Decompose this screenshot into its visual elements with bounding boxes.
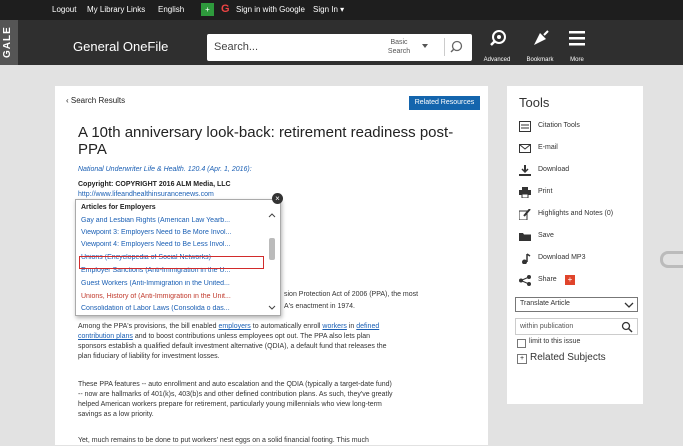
- print-icon: [519, 187, 531, 198]
- chevron-down-icon[interactable]: [422, 44, 428, 48]
- close-popup-button[interactable]: ×: [272, 193, 283, 204]
- sign-in-menu[interactable]: Sign In ▾: [313, 5, 344, 14]
- tools-title: Tools: [519, 95, 550, 110]
- employers-link[interactable]: employers: [219, 323, 251, 330]
- popup-article-link[interactable]: Guest Workers (Anti-Immigration in the U…: [81, 280, 256, 287]
- article-text-partial: A's enactment in 1974.: [284, 303, 355, 310]
- article-text-partial: sion Protection Act of 2006 (PPA), the m…: [284, 291, 419, 298]
- app-title[interactable]: General OneFile: [73, 39, 168, 54]
- scroll-handle[interactable]: [660, 251, 683, 268]
- highlight-box: [79, 256, 264, 269]
- download-icon: [519, 165, 531, 176]
- copyright-text: Copyright: COPYRIGHT 2016 ALM Media, LLC: [78, 181, 231, 188]
- gale-logo[interactable]: GALE: [0, 20, 18, 65]
- basic-search-dropdown[interactable]: Basic Search: [384, 38, 414, 56]
- popup-article-link[interactable]: Consolidation of Labor Laws (Consolida o…: [81, 305, 256, 312]
- popup-article-link[interactable]: Viewpoint 3: Employers Need to Be More I…: [81, 229, 256, 236]
- translate-article-select[interactable]: Translate Article: [515, 297, 638, 312]
- citation-icon: [519, 121, 531, 132]
- bookmark-icon: [534, 30, 549, 45]
- popup-scrollbar[interactable]: [267, 212, 277, 312]
- hamburger-menu-icon: [569, 31, 585, 46]
- chevron-down-icon: [624, 302, 634, 308]
- popup-heading: Articles for Employers: [81, 204, 156, 211]
- expand-related-subjects[interactable]: +: [517, 354, 527, 364]
- advanced-button[interactable]: Advanced: [477, 27, 517, 63]
- article-paragraph: These PPA features -- auto enrollment an…: [78, 381, 393, 418]
- highlight-icon: [519, 209, 531, 220]
- share-icon: [519, 275, 531, 286]
- google-classroom-icon[interactable]: +: [201, 3, 214, 16]
- article-title: A 10th anniversary look-back: retirement…: [78, 124, 454, 158]
- google-logo-icon: G: [221, 3, 230, 15]
- contribution-plans-link[interactable]: contribution plans: [78, 333, 133, 340]
- email-icon: [519, 144, 531, 153]
- more-button[interactable]: More: [557, 27, 597, 63]
- related-subjects-toggle[interactable]: Related Subjects: [530, 352, 606, 363]
- article-paragraph: Among the PPA's provisions, the bill ena…: [78, 323, 387, 360]
- search-icon: [621, 321, 633, 333]
- google-plus-icon[interactable]: +: [565, 275, 575, 285]
- search-input[interactable]: Search...: [214, 41, 258, 53]
- music-icon: [522, 253, 531, 264]
- bookmark-button[interactable]: Bookmark: [520, 27, 560, 63]
- advanced-search-icon: [490, 30, 506, 46]
- popup-article-link[interactable]: Gay and Lesbian Rights (American Law Yea…: [81, 217, 256, 224]
- within-publication-search[interactable]: within publication: [515, 318, 638, 335]
- popup-article-link[interactable]: Viewpoint 4: Employers Need to Be Less I…: [81, 241, 256, 248]
- logout-link[interactable]: Logout: [52, 5, 76, 14]
- back-to-results-link[interactable]: ‹ Search Results: [66, 96, 125, 105]
- search-button[interactable]: [444, 38, 469, 56]
- folder-icon: [519, 233, 531, 241]
- defined-link[interactable]: defined: [356, 323, 379, 330]
- limit-issue-label: limit to this issue: [529, 338, 581, 345]
- source-url-link[interactable]: http://www.lifeandhealthinsurancenews.co…: [78, 191, 214, 198]
- top-bar: Logout My Library Links English + G Sign…: [0, 0, 683, 20]
- citation-source-link[interactable]: National Underwriter Life & Health. 120.…: [78, 166, 252, 173]
- limit-issue-checkbox[interactable]: [517, 339, 526, 348]
- sign-in-google-link[interactable]: Sign in with Google: [236, 5, 305, 14]
- my-library-links[interactable]: My Library Links: [87, 5, 145, 14]
- language-selector[interactable]: English: [158, 5, 184, 14]
- search-box[interactable]: Search... Basic Search: [207, 34, 472, 61]
- popup-article-link[interactable]: Unions, History of (Anti-Immigration in …: [81, 293, 256, 300]
- related-resources-button[interactable]: Related Resources: [409, 96, 480, 110]
- search-icon: [450, 40, 463, 53]
- workers-link[interactable]: workers: [322, 323, 347, 330]
